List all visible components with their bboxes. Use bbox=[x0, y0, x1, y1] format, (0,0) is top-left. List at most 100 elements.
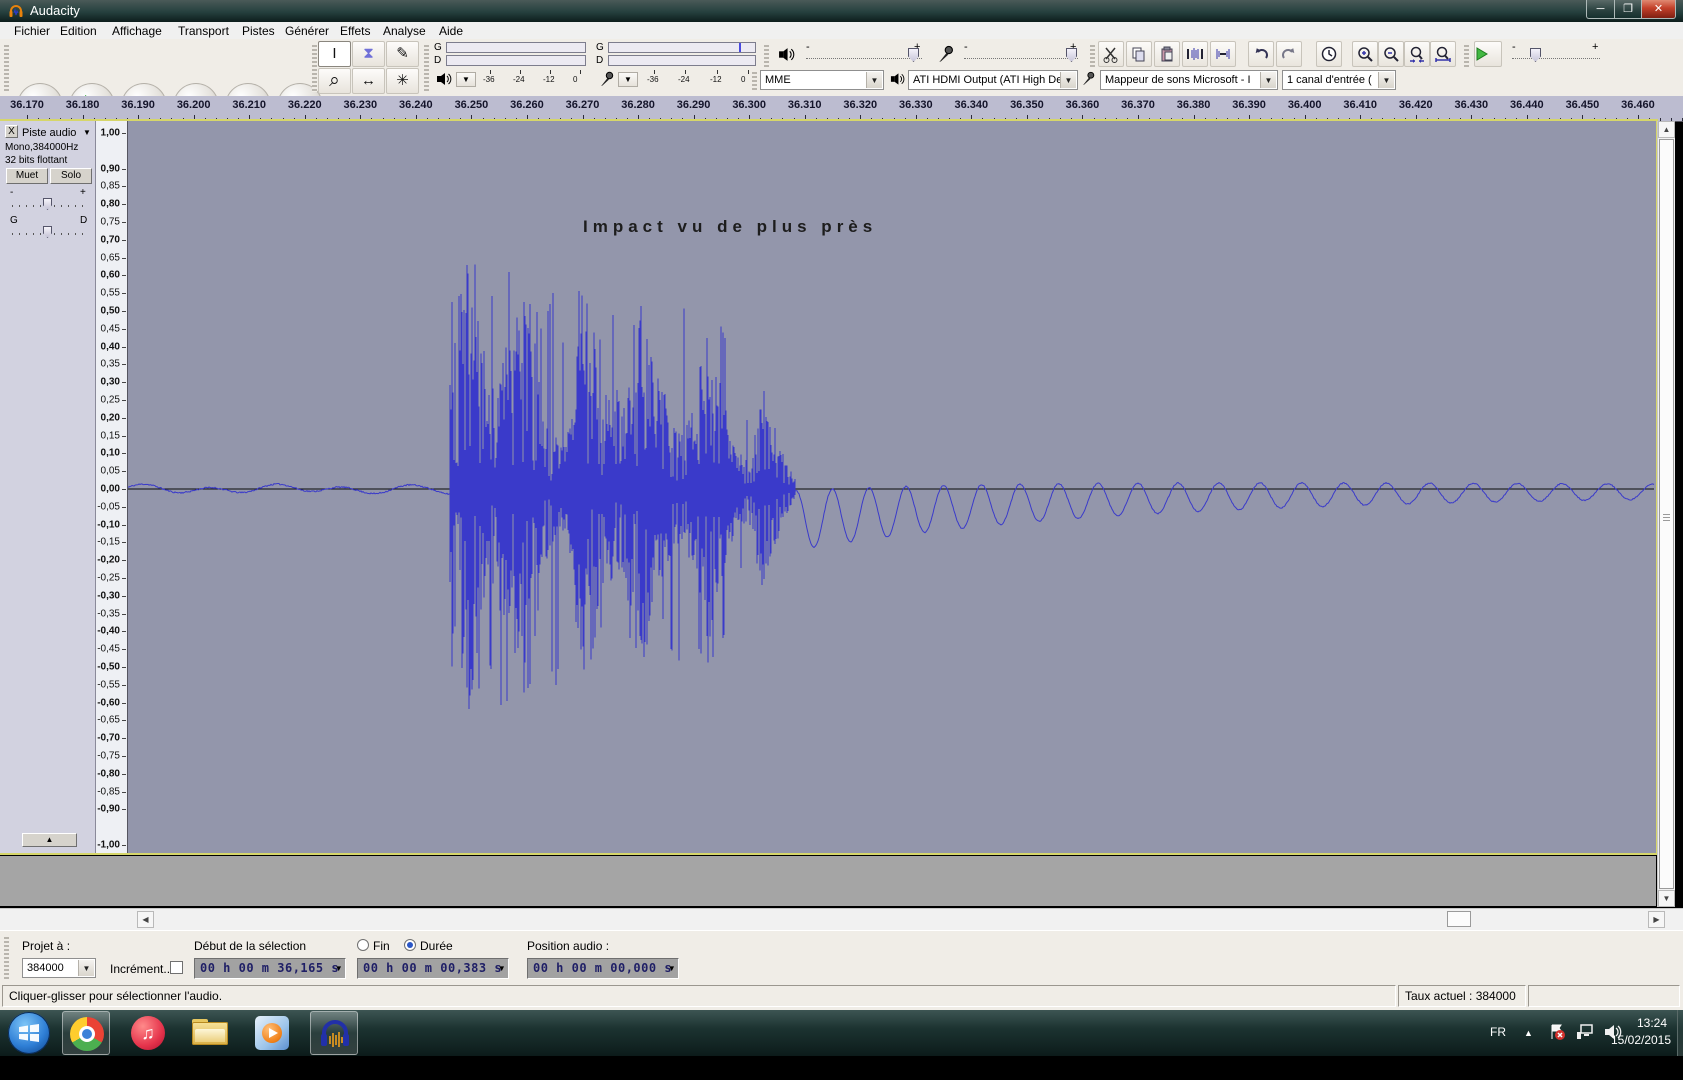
speed-slider-thumb[interactable] bbox=[1530, 48, 1541, 62]
tool-multi-button[interactable]: ✳ bbox=[386, 68, 419, 94]
input-volume-slider[interactable] bbox=[964, 55, 1078, 59]
mixer-toolbar-grip[interactable] bbox=[764, 43, 769, 67]
menu-pistes[interactable]: Pistes bbox=[238, 23, 279, 39]
mute-button[interactable]: Muet bbox=[6, 168, 48, 184]
selection-toolbar-grip[interactable] bbox=[4, 935, 9, 979]
recording-meter[interactable]: G D ▼ -36 -24 -12 0 bbox=[592, 40, 758, 94]
pan-slider-thumb[interactable] bbox=[43, 226, 52, 238]
action-center-flag-icon[interactable] bbox=[1548, 1023, 1566, 1041]
zoom-out-button[interactable] bbox=[1378, 41, 1404, 67]
output-volume-slider[interactable] bbox=[806, 55, 922, 59]
menu-affichage[interactable]: Affichage bbox=[108, 23, 166, 39]
taskbar-mediaplayer-button[interactable] bbox=[248, 1011, 296, 1055]
scroll-up-arrow[interactable]: ▲ bbox=[1658, 121, 1675, 138]
scroll-right-arrow[interactable]: ▶ bbox=[1648, 911, 1665, 928]
scroll-down-arrow[interactable]: ▼ bbox=[1658, 890, 1675, 907]
gain-slider[interactable] bbox=[10, 196, 86, 210]
menu-fichier[interactable]: Fichier bbox=[10, 23, 54, 39]
selection-end-radio[interactable] bbox=[357, 939, 369, 951]
cut-button[interactable] bbox=[1098, 41, 1124, 67]
track-collapse-button[interactable]: ▲ bbox=[22, 833, 77, 847]
transport-toolbar-grip[interactable] bbox=[4, 43, 9, 92]
explorer-icon bbox=[192, 1019, 228, 1045]
horizontal-scrollbar[interactable]: ◀ ▶ bbox=[0, 908, 1683, 930]
vertical-ruler[interactable]: 1,00 0,90 0,85 0,80 0,75 0,70 0,65 0,60 0,55 0,50… bbox=[96, 121, 128, 853]
tool-zoom-button[interactable]: ⌕ bbox=[318, 68, 351, 94]
taskbar-itunes-button[interactable]: ♫ bbox=[124, 1011, 172, 1055]
taskbar-chrome-button[interactable] bbox=[62, 1011, 110, 1055]
sync-lock-button[interactable] bbox=[1316, 41, 1342, 67]
start-button[interactable] bbox=[8, 1012, 50, 1054]
waveform-display[interactable]: Impact vu de plus près bbox=[128, 121, 1656, 853]
horizontal-scroll-thumb[interactable] bbox=[1447, 911, 1471, 927]
playback-meter-dropdown[interactable]: ▼ bbox=[456, 72, 476, 87]
tool-time-shift-button[interactable]: ↔ bbox=[352, 68, 385, 94]
language-indicator[interactable]: FR bbox=[1490, 1025, 1506, 1039]
zoom-project-button[interactable] bbox=[1430, 41, 1456, 67]
menu-generer[interactable]: Générer bbox=[281, 23, 333, 39]
meter-scale-label: -24 bbox=[513, 75, 525, 84]
snap-to-checkbox[interactable] bbox=[170, 961, 183, 974]
play-at-speed-button[interactable] bbox=[1474, 41, 1502, 67]
audio-host-select[interactable]: MME ▼ bbox=[760, 70, 884, 90]
track-close-button[interactable]: X bbox=[5, 125, 18, 138]
vertical-ruler-tick bbox=[122, 382, 126, 384]
gain-slider-thumb[interactable] bbox=[43, 198, 52, 210]
selection-length-field[interactable]: 00 h 00 m 00,383 s ▼ bbox=[357, 958, 509, 979]
close-button[interactable]: ✕ bbox=[1641, 0, 1676, 19]
track-title[interactable]: Piste audio bbox=[22, 127, 76, 139]
clock-date[interactable]: 15/02/2015 bbox=[1606, 1033, 1676, 1047]
device-toolbar-grip[interactable] bbox=[752, 70, 757, 92]
vertical-scrollbar[interactable]: ▲ ▼ bbox=[1657, 121, 1675, 907]
track-menu-arrow[interactable]: ▼ bbox=[83, 128, 91, 137]
project-rate-select[interactable]: 384000 ▼ bbox=[22, 958, 96, 978]
edit-toolbar-grip[interactable] bbox=[1090, 43, 1095, 67]
tool-draw-button[interactable]: ✎ bbox=[386, 41, 419, 67]
selection-length-radio[interactable] bbox=[404, 939, 416, 951]
tool-envelope-button[interactable]: ⧗ bbox=[352, 41, 385, 67]
show-desktop-button[interactable] bbox=[1677, 1010, 1683, 1056]
vertical-scroll-thumb[interactable] bbox=[1659, 139, 1674, 889]
tool-selection-button[interactable]: I bbox=[318, 41, 351, 67]
speed-slider[interactable] bbox=[1512, 55, 1600, 59]
zoom-selection-button[interactable] bbox=[1404, 41, 1430, 67]
copy-button[interactable] bbox=[1126, 41, 1152, 67]
menu-edition[interactable]: Edition bbox=[56, 23, 101, 39]
zoom-in-button[interactable] bbox=[1352, 41, 1378, 67]
restore-button[interactable]: ❐ bbox=[1614, 0, 1642, 19]
network-icon[interactable] bbox=[1576, 1023, 1596, 1041]
output-device-select[interactable]: ATI HDMI Output (ATI High De ▼ bbox=[908, 70, 1078, 90]
input-channels-select[interactable]: 1 canal d'entrée (▼ bbox=[1282, 70, 1396, 90]
pan-slider[interactable] bbox=[10, 224, 86, 238]
input-volume-thumb[interactable] bbox=[1066, 48, 1077, 62]
audio-position-field[interactable]: 00 h 00 m 00,000 s ▼ bbox=[527, 958, 679, 979]
undo-button[interactable] bbox=[1248, 41, 1274, 67]
redo-button[interactable] bbox=[1276, 41, 1302, 67]
tools-toolbar-grip[interactable] bbox=[312, 43, 317, 92]
tray-expand-icon[interactable]: ▲ bbox=[1524, 1028, 1533, 1038]
paste-button[interactable] bbox=[1154, 41, 1180, 67]
transcription-toolbar-grip[interactable] bbox=[1464, 43, 1469, 67]
clock-time[interactable]: 13:24 bbox=[1630, 1016, 1674, 1030]
silence-button[interactable] bbox=[1210, 41, 1236, 67]
playback-meter[interactable]: G D ▼ -36 -24 -12 0 bbox=[430, 40, 588, 94]
taskbar-explorer-button[interactable] bbox=[186, 1011, 234, 1055]
menu-transport[interactable]: Transport bbox=[174, 23, 233, 39]
output-volume-thumb[interactable] bbox=[908, 48, 919, 62]
timeline-label: 36.390 bbox=[1232, 99, 1266, 111]
menu-analyse[interactable]: Analyse bbox=[379, 23, 430, 39]
selection-start-field[interactable]: 00 h 00 m 36,165 s ▼ bbox=[194, 958, 346, 979]
meter-toolbar-grip[interactable] bbox=[424, 43, 429, 92]
solo-button[interactable]: Solo bbox=[50, 168, 92, 184]
scroll-left-arrow[interactable]: ◀ bbox=[137, 911, 154, 928]
minimize-button[interactable]: ─ bbox=[1586, 0, 1615, 19]
input-device-select[interactable]: Mappeur de sons Microsoft - I ▼ bbox=[1100, 70, 1278, 90]
recording-meter-bar-right bbox=[608, 55, 756, 66]
meter-left-label: G bbox=[596, 42, 604, 53]
menu-aide[interactable]: Aide bbox=[435, 23, 467, 39]
timeline-ruler[interactable]: 36.170 36.180 36.190 36.200 36.210 36.220 36.2… bbox=[0, 96, 1683, 122]
taskbar-audacity-button[interactable] bbox=[310, 1011, 358, 1055]
menu-effets[interactable]: Effets bbox=[336, 23, 374, 39]
trim-button[interactable] bbox=[1182, 41, 1208, 67]
recording-meter-dropdown[interactable]: ▼ bbox=[618, 72, 638, 87]
